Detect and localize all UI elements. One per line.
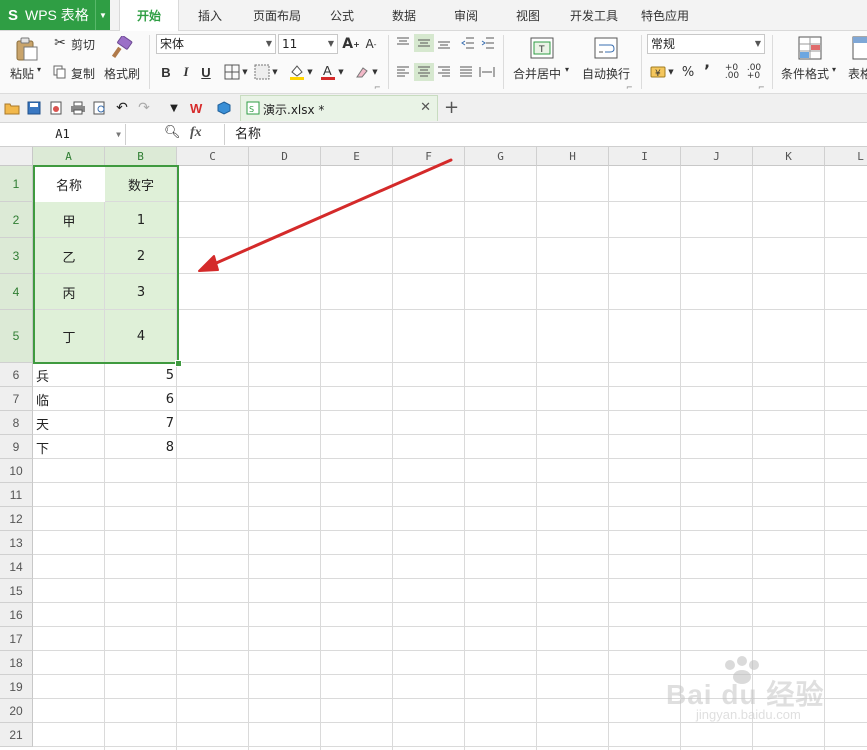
baidu-watermark: Bai du 经验 jingyan.baidu.com [662,655,862,735]
annotation-arrow [198,158,453,272]
watermark-url: jingyan.baidu.com [696,707,801,722]
